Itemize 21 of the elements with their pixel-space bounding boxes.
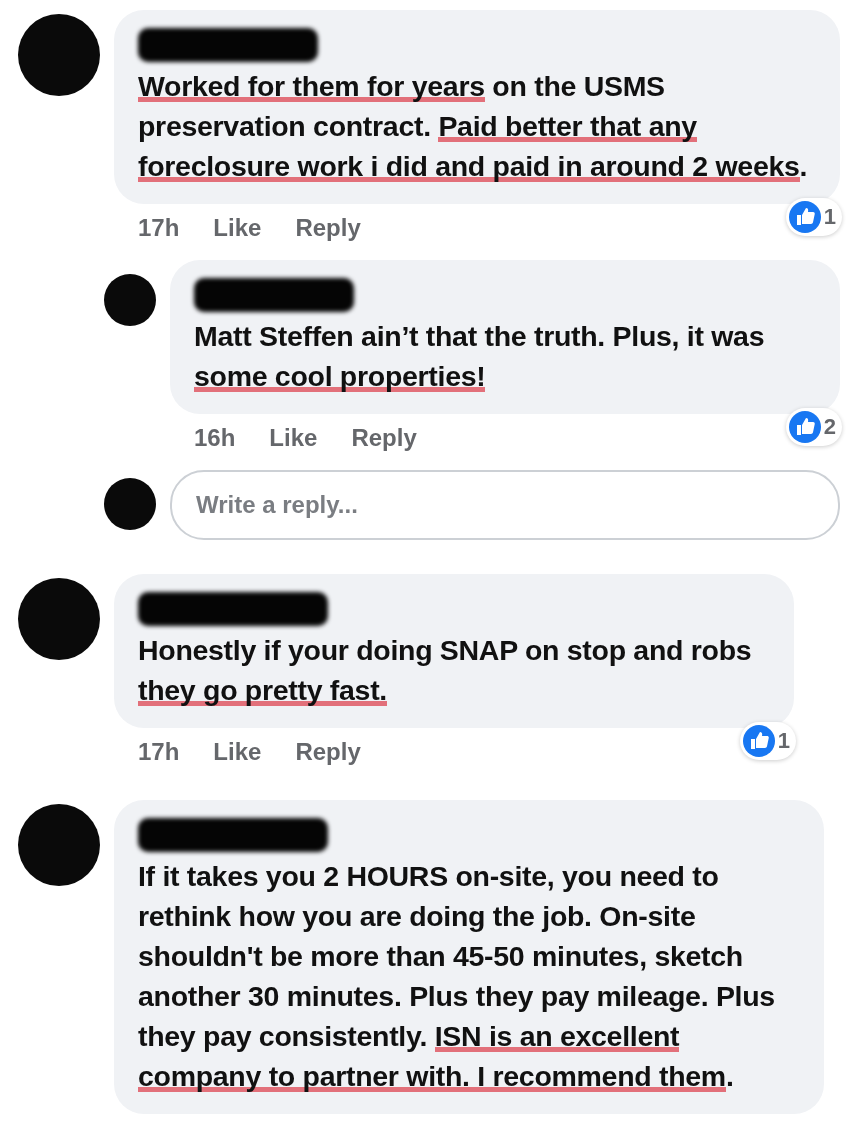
thumbs-up-icon — [788, 201, 821, 233]
thumbs-up-icon — [742, 725, 775, 757]
like-link[interactable]: Like — [213, 738, 262, 766]
avatar — [104, 478, 156, 530]
like-link[interactable]: Like — [269, 424, 318, 452]
reaction-count[interactable]: 1 — [785, 198, 842, 236]
avatar — [104, 274, 156, 326]
timestamp: 16h — [194, 424, 236, 452]
reply-field[interactable]: Write a reply... — [170, 470, 840, 540]
reaction-count[interactable]: 2 — [785, 408, 842, 446]
timestamp: 17h — [138, 214, 180, 242]
timestamp: 17h — [138, 738, 180, 766]
reaction-count[interactable]: 1 — [739, 722, 796, 760]
comment-text: Matt Steffen ain’t that the truth. Plus, it was some cool properties! — [194, 319, 766, 394]
reply-link[interactable]: Reply — [295, 214, 361, 242]
comment-text: Honestly if your doing SNAP on stop and robs they go pretty fast. — [138, 633, 753, 708]
reply-link[interactable]: Reply — [295, 738, 361, 766]
thumbs-up-icon — [788, 411, 821, 443]
comment-text: If it takes you 2 HOURS on-site, you need to rethink how you are doing the job. On-site shouldn't be more than 45-50 minutes, sketch another 30 minutes. Plus they pay mileage. Plus they pay consistently. ISN is an excellent company to partner with. I recommend them. — [138, 859, 776, 1094]
like-link[interactable]: Like — [213, 214, 262, 242]
reply-link[interactable]: Reply — [351, 424, 417, 452]
